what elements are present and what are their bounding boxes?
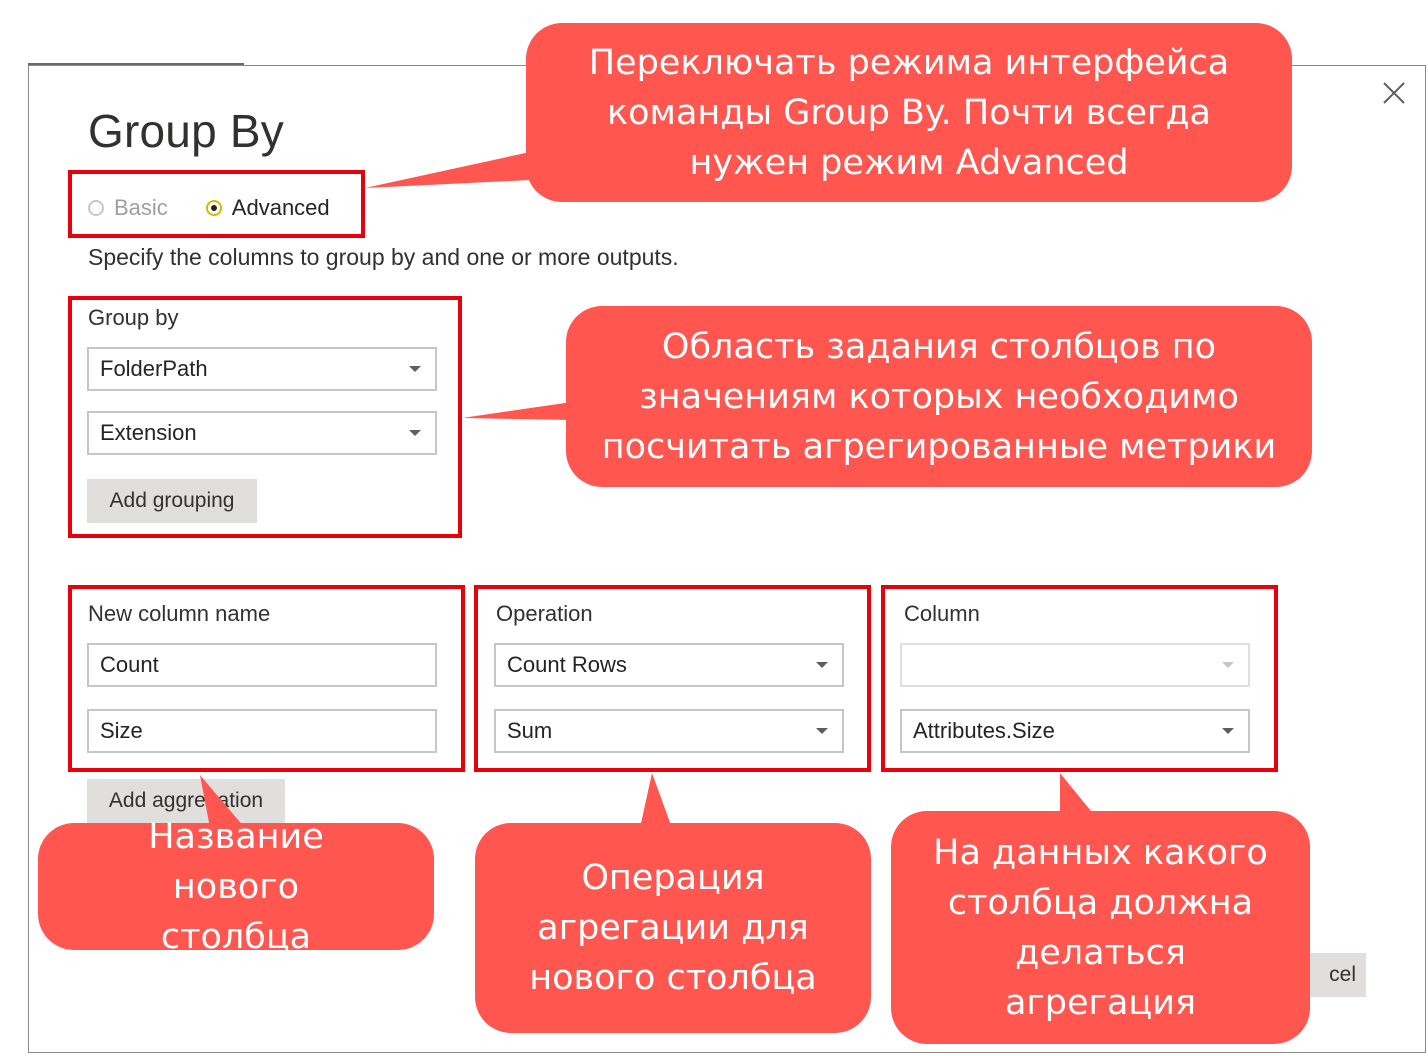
new-column-name-input-2[interactable]: Size: [87, 709, 437, 753]
dialog-title: Group By: [88, 105, 284, 157]
operation-callout-text: Операция агрегации для нового столбца: [529, 858, 817, 998]
new-column-name-label: New column name: [88, 601, 271, 626]
close-button[interactable]: [1378, 77, 1410, 109]
operation-select-value: Sum: [507, 718, 553, 743]
chevron-down-icon: [1222, 728, 1234, 734]
mode-callout-text: Переключать режима интерфейса команды Gr…: [588, 42, 1230, 183]
operation-select-value: Count Rows: [507, 652, 627, 677]
operation-label: Operation: [496, 601, 593, 626]
group-by-label: Group by: [88, 305, 179, 330]
advanced-radio[interactable]: Advanced: [205, 195, 330, 221]
dialog-description: Specify the columns to group by and one …: [88, 244, 679, 270]
column-callout-text: На данных какого столбца должна делаться…: [933, 832, 1268, 1023]
mode-callout: Переключать режима интерфейса команды Gr…: [526, 23, 1292, 202]
close-icon: [1383, 82, 1405, 104]
column-select-1[interactable]: [900, 643, 1250, 687]
column-select-value: Attributes.Size: [913, 718, 1055, 743]
name-callout: Название нового столбца: [38, 817, 434, 957]
mode-radio-group: Basic Advanced: [88, 193, 368, 223]
operation-select-1[interactable]: Count Rows: [494, 643, 844, 687]
group-by-callout: Область задания столбцов по значениям ко…: [566, 306, 1312, 487]
basic-radio-label: Basic: [114, 195, 168, 220]
new-column-name-value: Size: [100, 718, 143, 743]
chevron-down-icon: [409, 430, 421, 436]
advanced-radio-label: Advanced: [231, 195, 330, 220]
add-grouping-button[interactable]: Add grouping: [87, 479, 257, 523]
name-callout-text: Название нового столбца: [148, 816, 324, 957]
chevron-down-icon: [816, 728, 828, 734]
radio-icon: [88, 200, 104, 216]
column-select-2[interactable]: Attributes.Size: [900, 709, 1250, 753]
group-by-select-2[interactable]: Extension: [87, 411, 437, 455]
chevron-down-icon: [816, 662, 828, 668]
basic-radio[interactable]: Basic: [88, 195, 168, 221]
operation-callout: Операция агрегации для нового столбца: [475, 823, 871, 1033]
dialog-top-border: [28, 63, 244, 65]
chevron-down-icon: [409, 366, 421, 372]
operation-select-2[interactable]: Sum: [494, 709, 844, 753]
new-column-name-input-1[interactable]: Count: [87, 643, 437, 687]
column-callout: На данных какого столбца должна делаться…: [891, 811, 1310, 1044]
group-by-callout-text: Область задания столбцов по значениям ко…: [601, 326, 1277, 467]
chevron-down-icon: [1222, 662, 1234, 668]
group-by-select-2-value: Extension: [100, 420, 197, 445]
group-by-select-1[interactable]: FolderPath: [87, 347, 437, 391]
column-label: Column: [904, 601, 980, 626]
new-column-name-value: Count: [100, 652, 159, 677]
group-by-select-1-value: FolderPath: [100, 356, 208, 381]
radio-icon: [205, 200, 222, 216]
